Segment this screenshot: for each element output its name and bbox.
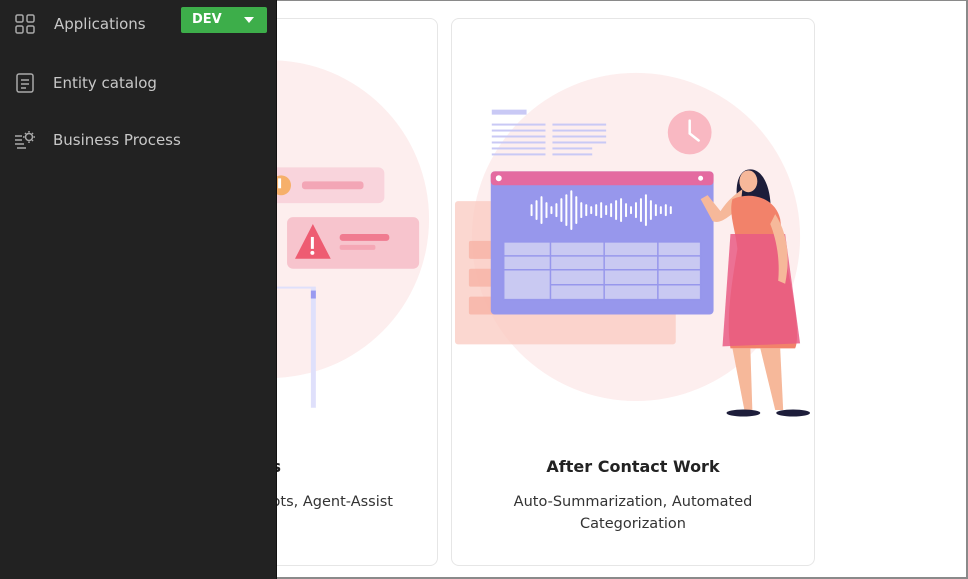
- sidebar-item-business-process[interactable]: Business Process: [0, 120, 277, 160]
- sidebar-item-label: Applications: [54, 15, 146, 33]
- feature-card-after-contact-work[interactable]: After Contact Work Auto-Summarization, A…: [451, 18, 815, 566]
- card-title: After Contact Work: [546, 457, 720, 476]
- environment-selector-button[interactable]: DEV: [181, 7, 267, 33]
- sidebar: Applications Entity catalog Business Pro…: [0, 0, 277, 579]
- grid-icon: [15, 14, 35, 34]
- caret-down-icon: [244, 17, 254, 23]
- document-icon: [16, 73, 34, 93]
- sidebar-item-label: Business Process: [53, 131, 181, 149]
- sidebar-item-label: Entity catalog: [53, 74, 157, 92]
- environment-label: DEV: [192, 12, 222, 27]
- process-gear-icon: [15, 131, 35, 149]
- after-contact-work-illustration: [454, 72, 811, 417]
- card-description: Auto-Summarization, Automated Categoriza…: [513, 494, 753, 532]
- sidebar-item-entity-catalog[interactable]: Entity catalog: [0, 63, 277, 103]
